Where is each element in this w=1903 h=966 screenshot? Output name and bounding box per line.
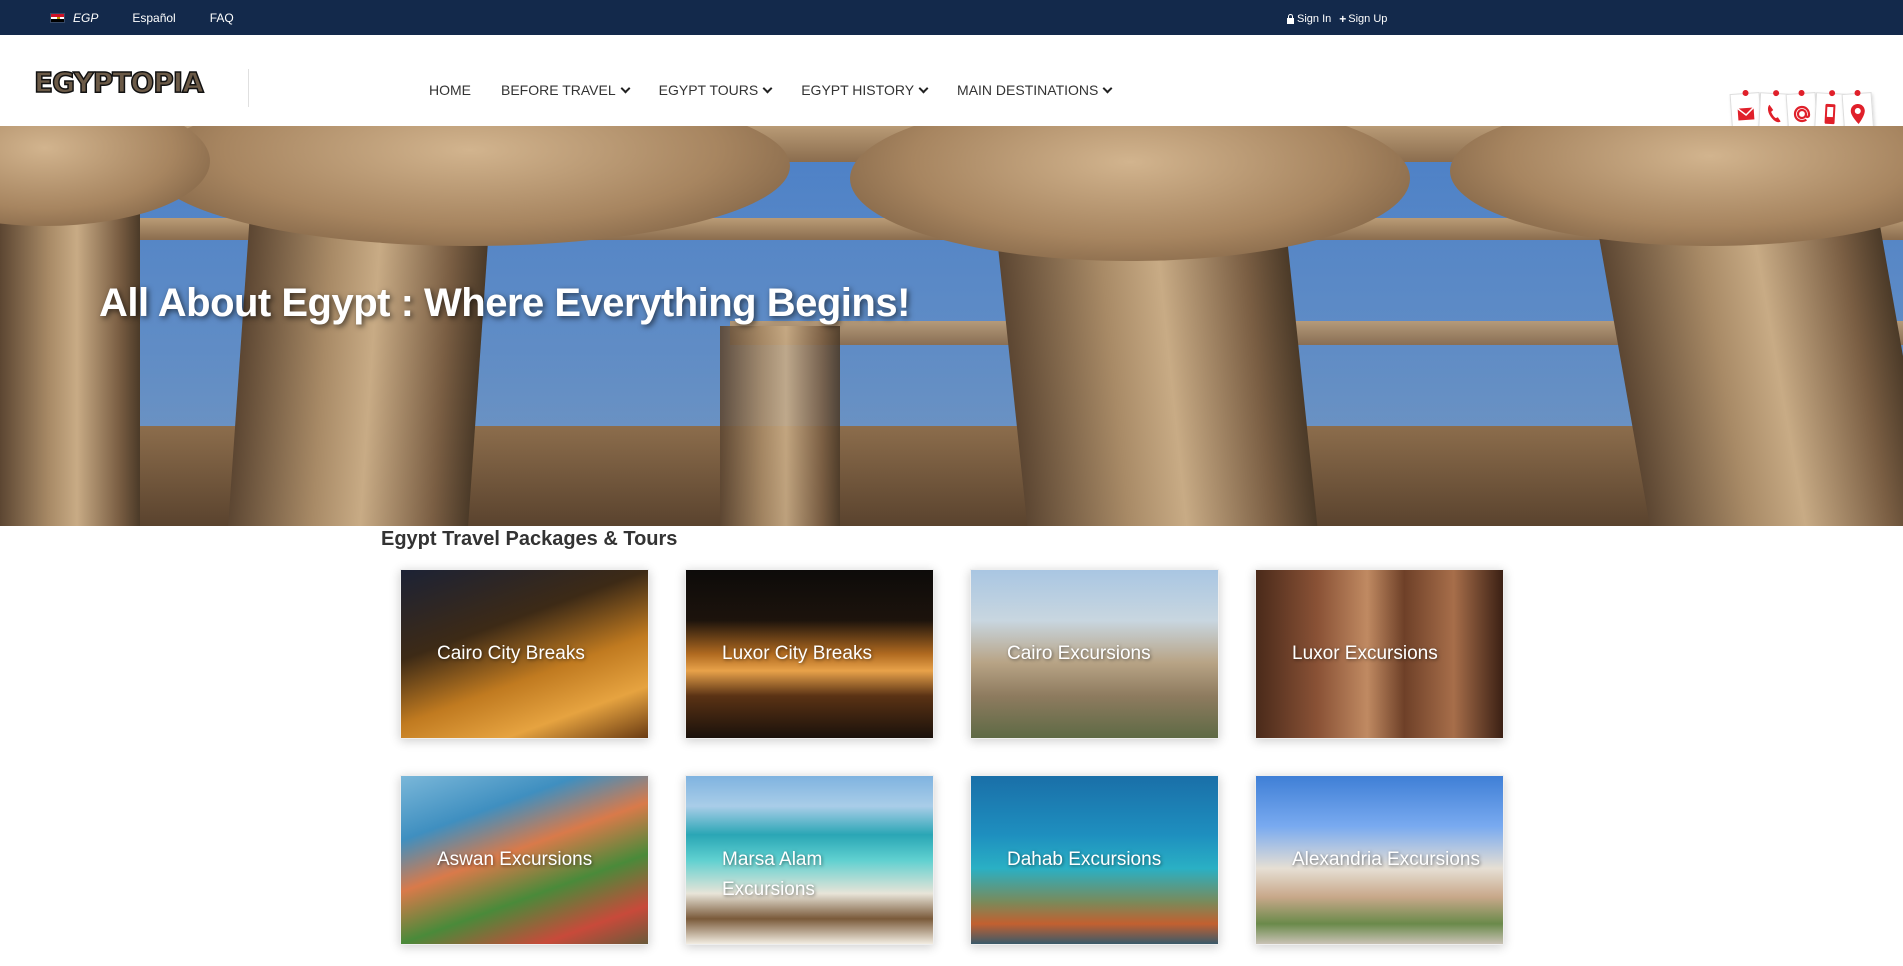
chevron-down-icon (918, 83, 929, 93)
main-nav: HOME BEFORE TRAVEL EGYPT TOURS EGYPT HIS… (429, 82, 1113, 98)
account-links: Sign In + Sign Up (1287, 13, 1395, 25)
nav-home-label: HOME (429, 82, 471, 98)
top-bar: EGP Español FAQ Sign In + Sign Up (0, 0, 1903, 35)
card-label: Dahab Excursions (1007, 849, 1162, 870)
chevron-down-icon (620, 83, 631, 93)
plus-icon: + (1339, 11, 1347, 26)
tour-card-dahab-excursions[interactable]: Dahab Excursions (970, 775, 1219, 945)
lock-icon (1287, 13, 1294, 24)
nav-home[interactable]: HOME (429, 82, 471, 98)
nav-egypt-tours[interactable]: EGYPT TOURS (658, 82, 773, 98)
site-header: EGYPTOPIA HOME BEFORE TRAVEL EGYPT TOURS… (0, 35, 1903, 136)
language-link[interactable]: Español (132, 11, 175, 25)
hero-column-capital (850, 126, 1410, 261)
currency-selector[interactable]: EGP (73, 11, 98, 25)
top-bar-left: EGP Español FAQ (50, 11, 234, 25)
sign-in-link[interactable]: Sign In (1287, 13, 1331, 25)
nav-main-destinations-label: MAIN DESTINATIONS (957, 82, 1099, 98)
section-title: Egypt Travel Packages & Tours (381, 528, 678, 550)
nav-egypt-tours-label: EGYPT TOURS (658, 82, 759, 98)
tour-card-cairo-city-breaks[interactable]: Cairo City Breaks (400, 569, 649, 739)
card-label: Luxor Excursions (1292, 643, 1438, 664)
chevron-down-icon (762, 83, 773, 93)
hero-banner: All About Egypt : Where Everything Begin… (0, 126, 1903, 526)
tour-card-luxor-excursions[interactable]: Luxor Excursions (1255, 569, 1504, 739)
hero-column (720, 326, 840, 526)
nav-egypt-history-label: EGYPT HISTORY (801, 82, 915, 98)
egypt-flag-icon (50, 13, 65, 23)
chevron-down-icon (1102, 83, 1113, 93)
tour-card-cairo-excursions[interactable]: Cairo Excursions (970, 569, 1219, 739)
logo-divider (248, 69, 249, 107)
site-logo[interactable]: EGYPTOPIA (33, 68, 204, 98)
hero-column (0, 186, 140, 526)
card-label: Alexandria Excursions (1292, 849, 1480, 870)
sign-up-link[interactable]: + Sign Up (1339, 11, 1388, 26)
tour-card-alexandria-excursions[interactable]: Alexandria Excursions (1255, 775, 1504, 945)
nav-egypt-history[interactable]: EGYPT HISTORY (801, 82, 929, 98)
sign-in-label: Sign In (1297, 13, 1332, 25)
nav-before-travel[interactable]: BEFORE TRAVEL (501, 82, 631, 98)
card-label: Aswan Excursions (437, 849, 593, 870)
tour-card-marsa-alam-excursions[interactable]: Marsa Alam Excursions (685, 775, 934, 945)
card-label: Luxor City Breaks (722, 643, 872, 664)
hero-title: All About Egypt : Where Everything Begin… (99, 281, 910, 325)
nav-main-destinations[interactable]: MAIN DESTINATIONS (957, 82, 1113, 98)
card-label: Cairo Excursions (1007, 643, 1151, 664)
hero-column-capital (0, 126, 210, 226)
tour-card-aswan-excursions[interactable]: Aswan Excursions (400, 775, 649, 945)
nav-before-travel-label: BEFORE TRAVEL (501, 82, 616, 98)
faq-link[interactable]: FAQ (210, 11, 234, 25)
sign-up-label: Sign Up (1348, 13, 1388, 25)
tour-card-luxor-city-breaks[interactable]: Luxor City Breaks (685, 569, 934, 739)
card-label: Marsa Alam Excursions (722, 849, 823, 900)
card-label: Cairo City Breaks (437, 643, 585, 664)
